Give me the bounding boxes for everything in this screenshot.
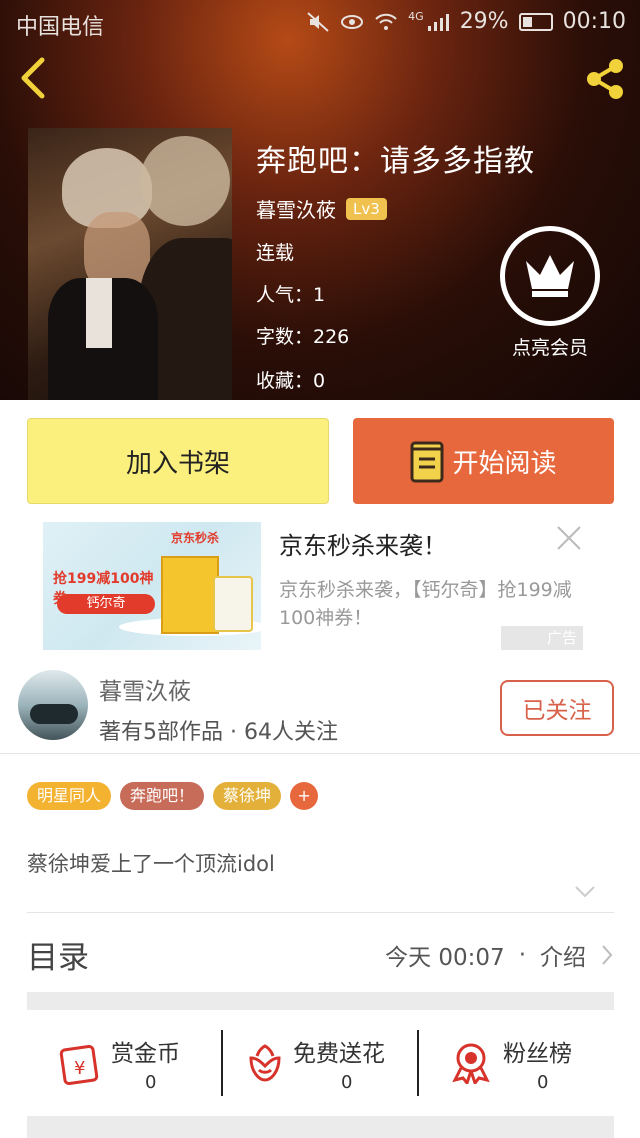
author-name[interactable]: 暮雪汣莜 (99, 672, 191, 706)
author-profile[interactable]: 暮雪汣莜 著有5部作品 · 64人关注 已关注 (0, 664, 640, 754)
medal-icon (452, 1043, 490, 1084)
member-crown-button[interactable] (500, 226, 600, 326)
avatar[interactable] (18, 670, 88, 740)
close-icon[interactable] (555, 524, 583, 552)
action-label: 赏金币 (111, 1041, 180, 1067)
book-description: 蔡徐坤爱上了一个顶流idol (27, 852, 275, 876)
action-label: 免费送花 (293, 1041, 385, 1067)
carrier-name: 中国电信 (16, 15, 105, 40)
follow-button[interactable]: 已关注 (500, 680, 614, 736)
mute-icon (307, 11, 329, 32)
battery-percent: 29% (459, 9, 509, 34)
action-label: 粉丝榜 (503, 1041, 572, 1067)
add-tag-button[interactable]: + (290, 782, 319, 810)
book-icon (410, 441, 444, 483)
battery-icon (518, 12, 553, 31)
toc-meta[interactable]: 今天 00:07 · 介绍 (385, 938, 614, 972)
crown-icon (526, 255, 574, 297)
flower-icon (249, 1044, 281, 1082)
divider (27, 1116, 614, 1138)
word-count: 字数：226 (256, 326, 350, 348)
book-cover-image[interactable] (28, 128, 232, 400)
status-right: 4G 29% 00:10 (306, 9, 626, 34)
status-bar: 中国电信 4G 29% 00:10 (0, 0, 640, 44)
serial-status: 连载 (256, 242, 295, 264)
fan-ranking-button[interactable]: 粉丝榜 0 (419, 1010, 614, 1116)
clock: 00:10 (562, 9, 626, 34)
book-title: 奔跑吧：请多多指教 (256, 144, 535, 179)
ad-title: 京东秒杀来袭！ (279, 532, 447, 560)
wifi-icon (375, 13, 397, 30)
toc-intro-link[interactable]: 介绍 (540, 938, 586, 972)
popularity-count: 人气：1 (256, 284, 326, 306)
divider (27, 992, 614, 1010)
eye-icon (341, 14, 364, 29)
ad-coupon-text: 抢199减100神券 (53, 571, 154, 607)
tag-item[interactable]: 奔跑吧！ (120, 782, 205, 810)
ad-banner[interactable]: 京东秒杀 抢199减100神券 钙尔奇 京东秒杀来袭！ 京东秒杀来袭，【钙尔奇】… (27, 522, 614, 660)
toc-separator: · (518, 942, 526, 968)
member-label[interactable]: 点亮会员 (500, 333, 600, 360)
book-header: 中国电信 4G 29% 00:10 奔跑吧：请多多指教 暮雪汣莜 Lv3 连载 … (0, 0, 640, 400)
tag-item[interactable]: 蔡徐坤 (213, 782, 282, 810)
toc-updated: 今天 00:07 (385, 945, 505, 971)
divider (27, 912, 614, 913)
share-icon[interactable] (580, 54, 630, 104)
action-value: 0 (145, 1072, 157, 1093)
book-author[interactable]: 暮雪汣莜 (256, 194, 336, 223)
add-to-shelf-button[interactable]: 加入书架 (27, 418, 329, 504)
tag-list: 明星同人 奔跑吧！ 蔡徐坤 + (27, 782, 319, 810)
ad-description: 京东秒杀来袭，【钙尔奇】抢199减100神券！ (279, 579, 572, 629)
reward-coins-button[interactable]: ¥ 赏金币 0 (27, 1010, 223, 1116)
start-reading-button[interactable]: 开始阅读 (353, 418, 614, 504)
ad-brand-tag: 京东秒杀 (171, 531, 220, 545)
svg-text:¥: ¥ (74, 1058, 85, 1079)
favorites-count: 收藏：0 (256, 370, 326, 392)
reward-envelope-icon: ¥ (59, 1044, 99, 1086)
actions-bar: ¥ 赏金币 0 免费送花 0 粉丝榜 0 (27, 1010, 614, 1116)
send-flower-button[interactable]: 免费送花 0 (223, 1010, 419, 1116)
signal-icon (427, 13, 449, 31)
ad-image[interactable]: 京东秒杀 抢199减100神券 钙尔奇 (43, 522, 261, 650)
action-value: 0 (341, 1072, 353, 1093)
toc-title[interactable]: 目录 (27, 932, 89, 977)
chevron-right-icon[interactable] (600, 943, 614, 967)
ad-label: 广告 (501, 626, 583, 650)
book-author-row: 暮雪汣莜 Lv3 (256, 194, 387, 223)
network-type: 4G (408, 10, 424, 23)
chevron-down-icon[interactable] (574, 884, 596, 900)
start-reading-label: 开始阅读 (452, 448, 557, 479)
author-stats: 著有5部作品 · 64人关注 (99, 720, 338, 745)
ad-product-pill: 钙尔奇 (57, 594, 155, 614)
author-level-badge: Lv3 (346, 197, 387, 220)
action-value: 0 (537, 1072, 549, 1093)
back-icon[interactable] (16, 56, 52, 100)
tag-item[interactable]: 明星同人 (27, 782, 112, 810)
